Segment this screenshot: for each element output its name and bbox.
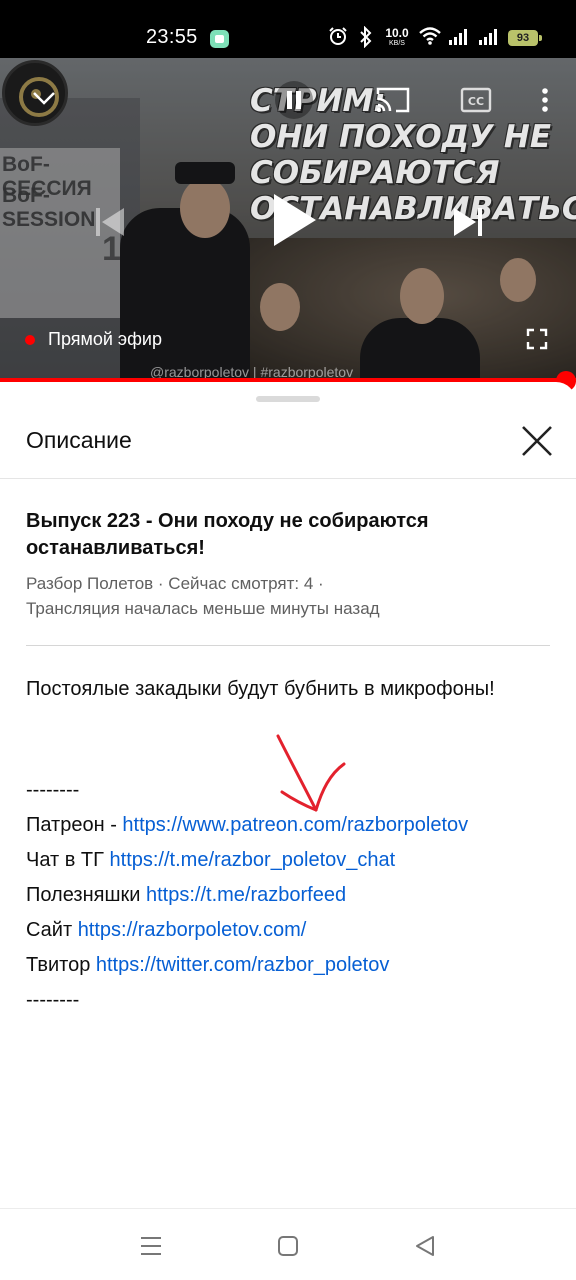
- link-label: Твитор: [26, 954, 96, 976]
- captions-icon[interactable]: CC: [460, 86, 492, 114]
- pause-icon[interactable]: [274, 80, 314, 120]
- chevron-down-icon[interactable]: [30, 84, 58, 112]
- home-icon[interactable]: [277, 1235, 299, 1257]
- status-time: 23:55: [146, 26, 198, 48]
- meta-line-1: Разбор Полетов · Сейчас смотрят: 4 ·: [26, 574, 324, 593]
- link-label: Чат в ТГ: [26, 849, 110, 871]
- content-divider: [26, 645, 550, 646]
- twitter-link[interactable]: https://twitter.com/razbor_poletov: [96, 954, 389, 976]
- separator-bottom: --------: [26, 989, 80, 1011]
- status-bar: 23:55 10.0 KB/S 93: [0, 0, 576, 58]
- header-divider: [0, 478, 576, 479]
- link-label: Сайт: [26, 919, 78, 941]
- svg-text:CC: CC: [468, 95, 484, 108]
- link-row-patreon: Патреон - https://www.patreon.com/razbor…: [26, 814, 468, 837]
- link-row-twitter: Твитор https://twitter.com/razbor_poleto…: [26, 954, 389, 977]
- alarm-icon: [329, 27, 347, 45]
- link-row-feed: Полезняшки https://t.me/razborfeed: [26, 884, 346, 907]
- net-speed-unit: KB/S: [389, 40, 405, 47]
- separator-top: --------: [26, 779, 80, 801]
- annotation-arrow-icon: [276, 734, 346, 812]
- signal-icon-2: [479, 29, 497, 45]
- link-row-site: Сайт https://razborpoletov.com/: [26, 919, 306, 942]
- net-speed: 10.0 KB/S: [384, 27, 410, 47]
- skip-previous-icon[interactable]: [92, 204, 128, 240]
- video-player[interactable]: BoF-СЕССИЯ BoF-SESSION 1 СТРИМ: ОНИ ПОХО…: [0, 58, 576, 382]
- net-speed-value: 10.0: [385, 26, 409, 40]
- back-icon[interactable]: [414, 1235, 436, 1257]
- fullscreen-icon[interactable]: [526, 328, 548, 350]
- description-text: Постоялые закадыки будут бубнить в микро…: [26, 678, 495, 700]
- video-meta: Разбор Полетов · Сейчас смотрят: 4 · Тра…: [26, 571, 556, 621]
- live-indicator: [25, 335, 35, 345]
- skip-next-icon[interactable]: [450, 204, 486, 240]
- app-notification-icon: [210, 30, 229, 48]
- close-icon[interactable]: [516, 420, 558, 462]
- bluetooth-icon: [360, 26, 372, 48]
- wifi-icon: [419, 27, 441, 45]
- menu-icon[interactable]: [140, 1235, 162, 1257]
- meta-line-2: Трансляция началась меньше минуты назад: [26, 599, 380, 618]
- drag-handle[interactable]: [256, 396, 320, 402]
- cast-icon[interactable]: [376, 86, 410, 114]
- live-label: Прямой эфир: [48, 329, 162, 349]
- website-link[interactable]: https://razborpoletov.com/: [78, 919, 307, 941]
- patreon-link[interactable]: https://www.patreon.com/razborpoletov: [122, 814, 468, 836]
- telegram-feed-link[interactable]: https://t.me/razborfeed: [146, 884, 346, 906]
- link-label: Полезняшки: [26, 884, 146, 906]
- sheet-title: Описание: [26, 427, 132, 453]
- system-nav-bar: [0, 1208, 576, 1280]
- more-vert-icon[interactable]: [534, 86, 556, 114]
- telegram-chat-link[interactable]: https://t.me/razbor_poletov_chat: [110, 849, 396, 871]
- video-title: Выпуск 223 - Они походу не собираются ос…: [26, 510, 429, 559]
- battery-icon: 93: [508, 30, 542, 46]
- play-icon[interactable]: [266, 190, 322, 250]
- link-row-chat: Чат в ТГ https://t.me/razbor_poletov_cha…: [26, 849, 395, 872]
- signal-icon: [449, 29, 467, 45]
- link-label: Патреон -: [26, 814, 123, 836]
